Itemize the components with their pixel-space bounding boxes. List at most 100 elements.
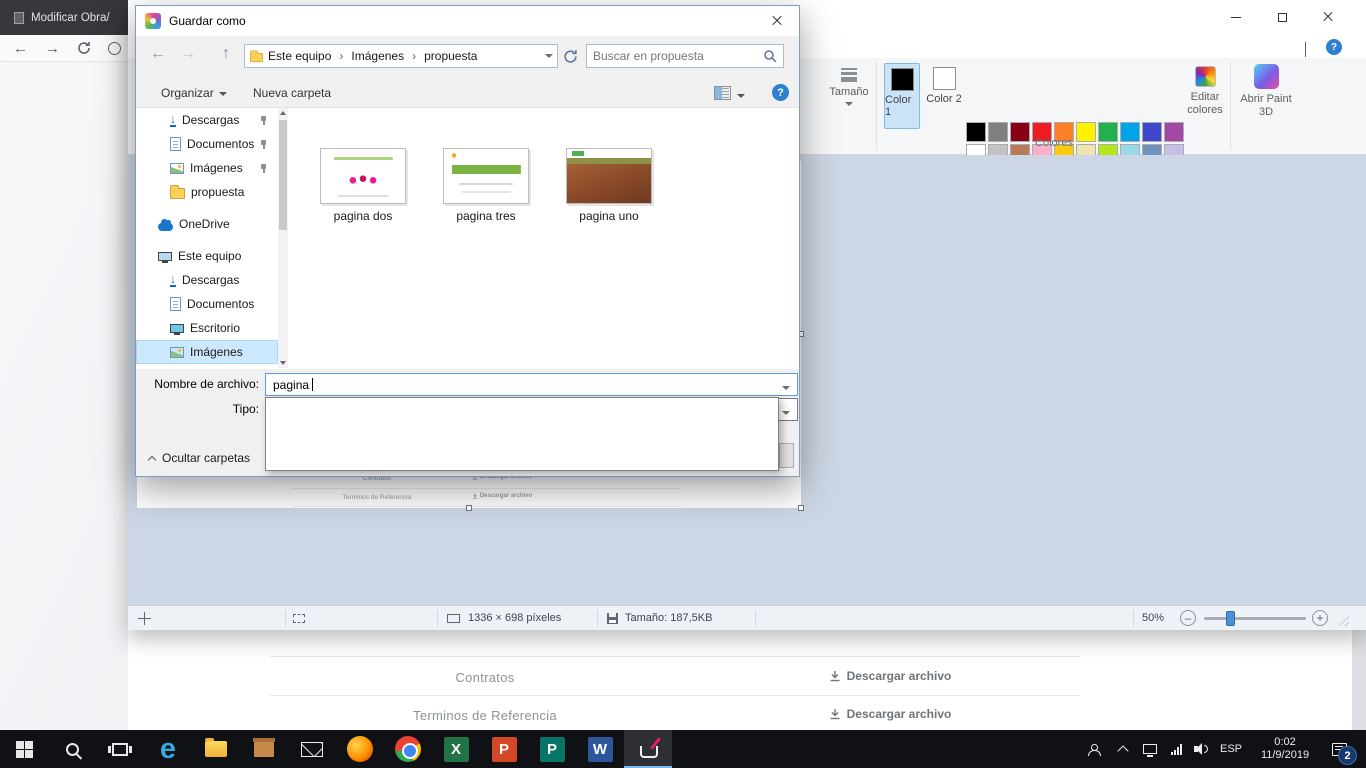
scroll-down-icon[interactable] <box>280 361 286 365</box>
view-toggle-icon[interactable] <box>714 86 731 100</box>
type-dropdown-icon[interactable] <box>782 411 790 415</box>
maximize-button[interactable] <box>1260 0 1304 34</box>
browser-tab[interactable]: Modificar Obra/ <box>0 12 110 24</box>
browser-back-icon[interactable]: ← <box>13 41 28 56</box>
breadcrumb-separator <box>408 49 420 63</box>
sidebar-item-este-equipo[interactable]: Este equipo <box>136 244 278 268</box>
task-view-button[interactable] <box>96 730 144 768</box>
sidebar-item-documentos-2[interactable]: Documentos <box>136 292 278 316</box>
zoom-slider[interactable] <box>1204 617 1306 620</box>
file-item[interactable]: pagina uno <box>561 148 657 223</box>
new-folder-button[interactable]: Nueva carpeta <box>253 86 331 100</box>
taskbar-file-explorer[interactable] <box>192 730 240 768</box>
resize-handle-bottom-right[interactable] <box>798 505 804 511</box>
divider <box>292 506 682 507</box>
search-input[interactable] <box>593 49 763 63</box>
dialog-help-button[interactable] <box>772 84 789 101</box>
nav-back-icon[interactable]: ← <box>150 46 166 62</box>
download-icon <box>829 708 841 720</box>
taskbar-chrome[interactable] <box>384 730 432 768</box>
file-label: pagina uno <box>561 209 657 223</box>
download-link[interactable]: Descargar archivo <box>790 669 990 683</box>
search-icon[interactable] <box>763 49 777 63</box>
resize-handle-bottom-center[interactable] <box>466 505 472 511</box>
color2-button[interactable]: Color 2 <box>926 63 962 129</box>
close-button[interactable] <box>1306 0 1350 34</box>
zoom-out-button[interactable] <box>1180 610 1196 626</box>
filename-label: Nombre de archivo: <box>136 377 259 391</box>
organize-button[interactable]: Organizar <box>161 86 227 100</box>
open-paint3d-button[interactable]: Abrir Paint 3D <box>1238 62 1294 119</box>
address-bar[interactable]: Este equipo Imágenes propuesta <box>244 44 558 68</box>
paint-app-icon <box>145 13 161 29</box>
color1-swatch <box>891 68 914 91</box>
sidebar-item-documentos[interactable]: Documentos <box>136 132 278 156</box>
size-button[interactable]: Tamaño <box>826 62 872 106</box>
taskbar-mail[interactable] <box>288 730 336 768</box>
zoom-in-button[interactable] <box>1312 610 1328 626</box>
taskbar-edge[interactable] <box>144 730 192 768</box>
sidebar-item-onedrive[interactable]: OneDrive <box>136 212 278 236</box>
collapse-ribbon-icon[interactable] <box>1305 43 1306 57</box>
download-link[interactable]: Descargar archivo <box>790 707 990 721</box>
hide-folders-button[interactable]: Ocultar carpetas <box>149 451 250 465</box>
sidebar-scrollbar[interactable] <box>278 108 288 368</box>
pin-icon <box>260 115 268 126</box>
file-item[interactable]: pagina tres <box>438 148 534 223</box>
browser-forward-icon[interactable]: → <box>45 41 60 56</box>
dialog-titlebar[interactable]: Guardar como <box>136 6 799 36</box>
task-view-icon <box>112 743 128 756</box>
sidebar-item-descargas[interactable]: Descargas <box>136 108 278 132</box>
breadcrumb-item-imagenes[interactable]: Imágenes <box>349 49 406 63</box>
paint-help-button[interactable] <box>1326 39 1342 55</box>
edit-colors-button[interactable]: Editar colores <box>1184 62 1226 117</box>
taskbar-search-button[interactable] <box>48 730 96 768</box>
sidebar-item-descargas-2[interactable]: Descargas <box>136 268 278 292</box>
taskbar-firefox[interactable] <box>336 730 384 768</box>
dialog-close-button[interactable] <box>754 6 799 36</box>
cancel-button-fragment[interactable] <box>779 443 794 468</box>
tray-network-button[interactable] <box>1138 730 1162 768</box>
size-label: Tamaño <box>829 86 868 99</box>
tray-language-button[interactable]: ESP <box>1214 730 1248 768</box>
tray-people-button[interactable] <box>1078 730 1108 768</box>
filename-input[interactable]: pagina <box>265 373 798 396</box>
color1-button[interactable]: Color 1 <box>884 63 920 129</box>
zoom-slider-thumb[interactable] <box>1226 611 1235 626</box>
taskbar-paint[interactable] <box>624 730 672 768</box>
file-item[interactable]: pagina dos <box>315 148 411 223</box>
sidebar-item-escritorio[interactable]: Escritorio <box>136 316 278 340</box>
breadcrumb-item-este-equipo[interactable]: Este equipo <box>266 49 333 63</box>
scroll-thumb[interactable] <box>279 120 287 230</box>
search-box[interactable] <box>586 44 784 68</box>
sidebar-item-imagenes[interactable]: Imágenes <box>136 156 278 180</box>
tray-clock[interactable]: 0:02 11/9/2019 <box>1248 730 1322 768</box>
taskbar-store[interactable] <box>240 730 288 768</box>
taskbar-publisher[interactable] <box>528 730 576 768</box>
address-dropdown-icon[interactable] <box>545 54 553 58</box>
taskbar-excel[interactable] <box>432 730 480 768</box>
tray-signal-button[interactable] <box>1164 730 1188 768</box>
nav-up-icon[interactable]: ↑ <box>222 46 230 62</box>
pictures-icon <box>170 163 184 174</box>
breadcrumb-item-propuesta[interactable]: propuesta <box>422 49 479 63</box>
taskbar-powerpoint[interactable] <box>480 730 528 768</box>
view-dropdown-icon[interactable] <box>737 94 745 98</box>
scroll-up-icon[interactable] <box>280 111 286 115</box>
sidebar-item-imagenes-2[interactable]: Imágenes <box>136 340 278 364</box>
minimize-button[interactable] <box>1214 0 1258 34</box>
sidebar-item-propuesta[interactable]: propuesta <box>136 180 278 204</box>
tray-expand-button[interactable] <box>1112 730 1134 768</box>
filename-dropdown-icon[interactable] <box>782 386 790 390</box>
divider <box>1133 610 1134 627</box>
resize-grip[interactable] <box>1336 613 1349 626</box>
start-button[interactable] <box>0 730 48 768</box>
tray-volume-button[interactable] <box>1190 730 1214 768</box>
refresh-button[interactable] <box>563 49 578 67</box>
browser-refresh-icon[interactable] <box>77 41 91 55</box>
dimensions-icon <box>447 614 460 623</box>
taskbar-word[interactable] <box>576 730 624 768</box>
browser-info-icon[interactable] <box>108 42 121 55</box>
nav-forward-icon[interactable]: → <box>180 46 196 62</box>
type-dropdown-panel[interactable] <box>265 397 779 471</box>
